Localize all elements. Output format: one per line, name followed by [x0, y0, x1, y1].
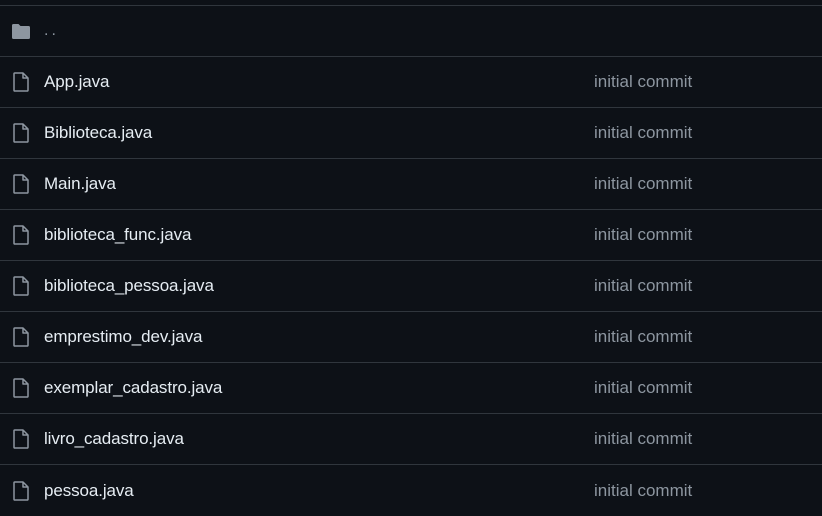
file-icon	[11, 276, 31, 296]
file-row[interactable]: biblioteca_func.java initial commit	[0, 210, 822, 261]
file-row[interactable]: exemplar_cadastro.java initial commit	[0, 363, 822, 414]
parent-directory-link[interactable]: ..	[44, 22, 59, 40]
commit-message-link[interactable]: initial commit	[594, 72, 692, 92]
file-name-link[interactable]: livro_cadastro.java	[44, 429, 184, 449]
file-icon	[11, 480, 31, 501]
file-name-link[interactable]: emprestimo_dev.java	[44, 327, 203, 347]
commit-message-link[interactable]: initial commit	[594, 174, 692, 194]
commit-message-link[interactable]: initial commit	[594, 123, 692, 143]
parent-directory-row[interactable]: ..	[0, 6, 822, 57]
commit-message-link[interactable]: initial commit	[594, 276, 692, 296]
file-row[interactable]: Biblioteca.java initial commit	[0, 108, 822, 159]
file-row[interactable]: livro_cadastro.java initial commit	[0, 414, 822, 465]
file-list: .. App.java initial commit Biblioteca.ja…	[0, 5, 822, 515]
file-name-link[interactable]: Biblioteca.java	[44, 123, 152, 143]
file-icon	[11, 123, 31, 143]
commit-message-link[interactable]: initial commit	[594, 327, 692, 347]
file-row[interactable]: biblioteca_pessoa.java initial commit	[0, 261, 822, 312]
file-icon	[11, 429, 31, 449]
commit-message-link[interactable]: initial commit	[594, 429, 692, 449]
commit-message-link[interactable]: initial commit	[594, 378, 692, 398]
commit-message-link[interactable]: initial commit	[594, 225, 692, 245]
file-row[interactable]: Main.java initial commit	[0, 159, 822, 210]
file-name-link[interactable]: pessoa.java	[44, 481, 134, 501]
file-icon	[11, 327, 31, 347]
file-icon	[11, 174, 31, 194]
file-icon	[11, 225, 31, 245]
file-name-link[interactable]: biblioteca_func.java	[44, 225, 191, 245]
folder-icon	[11, 21, 31, 41]
file-icon	[11, 72, 31, 92]
file-name-link[interactable]: Main.java	[44, 174, 116, 194]
file-row[interactable]: emprestimo_dev.java initial commit	[0, 312, 822, 363]
file-icon	[11, 378, 31, 398]
file-name-link[interactable]: exemplar_cadastro.java	[44, 378, 222, 398]
commit-message-link[interactable]: initial commit	[594, 481, 692, 501]
file-name-link[interactable]: App.java	[44, 72, 109, 92]
file-row[interactable]: App.java initial commit	[0, 57, 822, 108]
file-row[interactable]: pessoa.java initial commit	[0, 465, 822, 516]
file-name-link[interactable]: biblioteca_pessoa.java	[44, 276, 214, 296]
